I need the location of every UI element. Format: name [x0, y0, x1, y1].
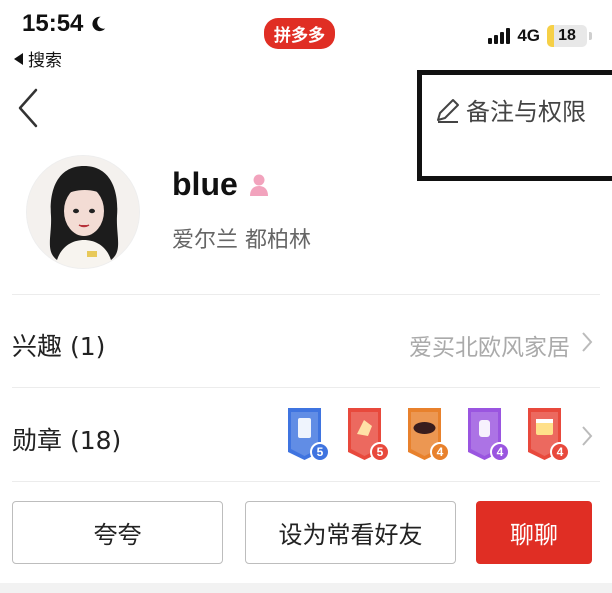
medal-level: 5 — [370, 442, 390, 462]
calendar-medal-icon: 4 — [522, 404, 570, 462]
hand-medal-icon: 5 — [342, 404, 390, 462]
divider — [12, 481, 600, 482]
avatar[interactable] — [26, 155, 140, 269]
chat-button[interactable]: 聊聊 — [476, 501, 592, 564]
bottom-band — [0, 583, 612, 593]
divider — [12, 387, 600, 388]
battery-fill — [547, 25, 555, 47]
status-time: 15:54 — [22, 10, 107, 38]
triangle-left-icon — [14, 52, 23, 65]
app-badge: 拼多多 — [264, 18, 335, 49]
interests-value: 爱买北欧风家居 — [409, 335, 570, 361]
avatar-illustration — [27, 156, 139, 268]
status-indicators: 4G 18 — [488, 25, 592, 47]
interests-label: 兴趣 (1) — [12, 332, 106, 361]
medal-level: 4 — [550, 442, 570, 462]
highlight-box — [417, 70, 612, 181]
praise-button[interactable]: 夸夸 — [12, 501, 223, 564]
medal-level: 5 — [310, 442, 330, 462]
back-to-app[interactable]: 搜索 — [14, 46, 62, 71]
network-type: 4G — [517, 26, 540, 45]
phone-medal-icon: 5 — [282, 404, 330, 462]
back-arrow-icon[interactable] — [14, 86, 44, 130]
battery-level: 18 — [558, 27, 576, 44]
medal-level: 4 — [430, 442, 450, 462]
battery-cap — [589, 32, 592, 40]
medal-list: 5 5 4 4 4 — [282, 404, 570, 462]
chevron-right-icon — [582, 426, 593, 446]
back-app-label: 搜索 — [28, 51, 62, 71]
female-gender-icon — [249, 174, 268, 196]
signal-icon — [488, 28, 511, 44]
medals-label: 勋章 (18) — [12, 426, 122, 455]
profile-name: blue — [172, 166, 238, 202]
mask-medal-icon: 4 — [402, 404, 450, 462]
profile-location: 爱尔兰 都柏林 — [172, 228, 311, 253]
bottle-medal-icon: 4 — [462, 404, 510, 462]
profile-name-row: blue — [172, 166, 270, 203]
moon-icon — [92, 16, 106, 32]
medal-level: 4 — [490, 442, 510, 462]
divider — [12, 294, 600, 295]
battery-icon: 18 — [547, 25, 587, 47]
set-frequent-friend-button[interactable]: 设为常看好友 — [245, 501, 456, 564]
time-text: 15:54 — [22, 10, 84, 37]
chevron-right-icon — [582, 332, 593, 352]
